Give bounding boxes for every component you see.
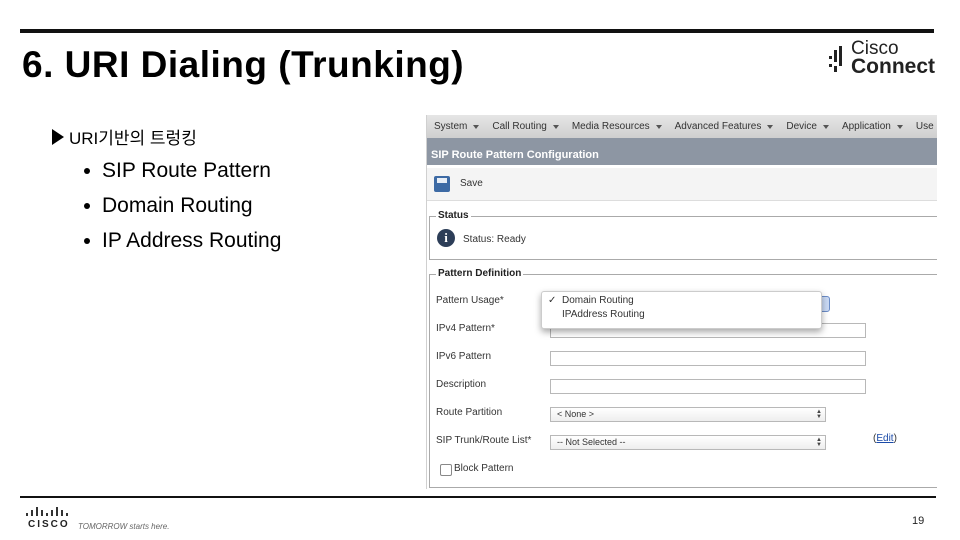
route-partition-select[interactable]: < None > ▲ ▼ <box>550 407 826 422</box>
caret-down-icon <box>552 124 559 129</box>
bullet-dot-icon <box>84 167 90 174</box>
edit-link[interactable]: Edit <box>876 433 893 444</box>
sub-bullet: Domain Routing <box>84 190 281 221</box>
cisco-bars-icon <box>26 506 74 516</box>
sip-trunk-select[interactable]: -- Not Selected -- ▲ ▼ <box>550 435 826 450</box>
status-value: Ready <box>496 234 526 245</box>
page-number: 19 <box>912 515 925 527</box>
title-rule <box>20 29 934 33</box>
option-ipaddress-routing: IPAddress Routing <box>562 309 645 320</box>
toolbar: Save <box>427 168 937 201</box>
triangle-bullet-icon <box>52 128 64 145</box>
caret-down-icon <box>896 124 903 129</box>
block-pattern-checkbox[interactable] <box>440 464 452 476</box>
bullet-list: URI기반의 트렁킹 SIP Route Pattern Domain Rout… <box>52 124 281 256</box>
ipv6-pattern-input[interactable] <box>550 351 866 366</box>
sub-bullet-text: Domain Routing <box>102 193 253 217</box>
save-icon[interactable] <box>434 176 450 192</box>
description-label: Description <box>436 379 487 390</box>
menu-media-resources[interactable]: Media Resources <box>572 121 662 132</box>
block-pattern-label: Block Pattern <box>454 463 514 474</box>
footer-rule <box>20 496 936 498</box>
menu-device[interactable]: Device <box>786 121 829 132</box>
save-button[interactable]: Save <box>460 178 483 189</box>
caret-down-icon <box>822 124 829 129</box>
status-section: Status i Status: Ready <box>429 210 937 260</box>
logo-text-connect: Connect <box>851 55 935 78</box>
main-bullet: URI기반의 트렁킹 <box>52 124 281 149</box>
cisco-footer-logo: CISCO TOMORROW starts here. <box>26 506 186 534</box>
sub-bullet-text: SIP Route Pattern <box>102 158 271 182</box>
edit-link-wrap: (Edit) <box>873 433 897 444</box>
sip-trunk-value: -- Not Selected -- <box>557 437 626 447</box>
menu-bar: System Call Routing Media Resources Adva… <box>427 115 937 138</box>
check-icon: ✓ <box>548 295 557 306</box>
menu-system[interactable]: System <box>434 121 480 132</box>
status-title: Status <box>436 210 471 221</box>
sub-bullet: SIP Route Pattern <box>84 155 281 186</box>
updown-arrows-icon: ▲ ▼ <box>816 409 822 420</box>
ipv4-pattern-label: IPv4 Pattern* <box>436 323 495 334</box>
page-header: SIP Route Pattern Configuration <box>427 138 937 165</box>
pattern-usage-label: Pattern Usage* <box>436 295 504 306</box>
menu-user[interactable]: Use <box>916 121 934 132</box>
pattern-definition-title: Pattern Definition <box>436 268 524 279</box>
status-label: Status: <box>463 234 495 245</box>
pattern-usage-dropdown: ✓ Domain Routing IPAddress Routing <box>541 291 822 329</box>
caret-down-icon <box>767 124 774 129</box>
cisco-connect-logo: Cisco Connect <box>828 39 938 80</box>
sub-bullet: IP Address Routing <box>84 225 281 256</box>
sip-trunk-label: SIP Trunk/Route List* <box>436 435 532 446</box>
option-domain-routing: Domain Routing <box>562 295 634 306</box>
sub-bullet-text: IP Address Routing <box>102 228 282 252</box>
main-bullet-text: URI기반의 트렁킹 <box>69 129 197 148</box>
menu-application[interactable]: Application <box>842 121 903 132</box>
menu-advanced-features[interactable]: Advanced Features <box>675 121 774 132</box>
footer-tagline: TOMORROW starts here. <box>78 522 170 531</box>
slide-title: 6. URI Dialing (Trunking) <box>22 44 465 85</box>
description-input[interactable] <box>550 379 866 394</box>
caret-down-icon <box>473 124 480 129</box>
cisco-wordmark: CISCO <box>28 519 70 530</box>
cisco-bridge-icon <box>829 46 842 72</box>
updown-arrows-icon: ▲ ▼ <box>816 437 822 448</box>
bullet-dot-icon <box>84 237 90 244</box>
bullet-dot-icon <box>84 202 90 209</box>
status-line: Status: Ready <box>463 234 526 245</box>
menu-call-routing[interactable]: Call Routing <box>492 121 559 132</box>
info-icon: i <box>437 229 455 247</box>
ipv6-pattern-label: IPv6 Pattern <box>436 351 492 362</box>
caret-down-icon <box>655 124 662 129</box>
cucm-screenshot: System Call Routing Media Resources Adva… <box>426 115 937 489</box>
route-partition-label: Route Partition <box>436 407 503 418</box>
route-partition-value: < None > <box>557 409 595 419</box>
